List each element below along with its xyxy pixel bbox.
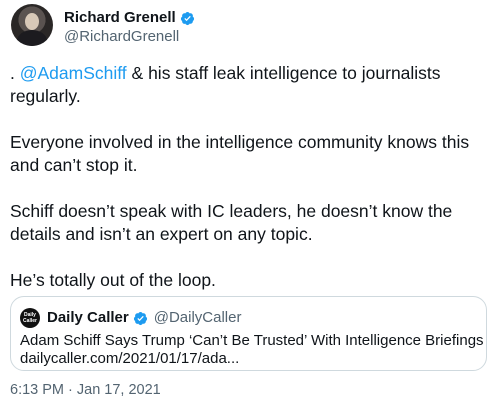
tweet-paragraph-4: He’s totally out of the loop. [10, 270, 216, 290]
verified-badge-icon [180, 11, 194, 25]
quoted-headline: Adam Schiff Says Trump ‘Can’t Be Trusted… [20, 332, 484, 349]
avatar-face [25, 13, 39, 30]
quoted-header: Daily Caller @DailyCaller [47, 309, 241, 327]
mention-link[interactable]: @AdamSchiff [20, 63, 127, 83]
tweet-text: . @AdamSchiff & his staff leak intellige… [10, 62, 490, 315]
quoted-author-name[interactable]: Daily Caller [47, 309, 129, 327]
author-handle[interactable]: @RichardGrenell [64, 28, 179, 46]
quoted-verified-badge-icon [133, 311, 147, 325]
quoted-author-handle[interactable]: @DailyCaller [154, 309, 242, 327]
author-name-row: Richard Grenell [64, 9, 195, 27]
tweet-paragraph-2: Everyone involved in the intelligence co… [10, 132, 470, 175]
quoted-tweet[interactable]: Daily Caller Daily Caller @DailyCaller A… [10, 296, 487, 371]
avatar-shoulders [17, 30, 47, 46]
author-avatar[interactable] [11, 4, 53, 46]
tweet-timestamp[interactable]: 6:13 PM · Jan 17, 2021 [10, 381, 161, 399]
quoted-avatar[interactable]: Daily Caller [20, 308, 40, 328]
tweet-card: Richard Grenell @RichardGrenell . @AdamS… [0, 0, 500, 405]
tweet-paragraph-3: Schiff doesn’t speak with IC leaders, he… [10, 201, 453, 244]
author-name[interactable]: Richard Grenell [64, 9, 176, 27]
quoted-link[interactable]: dailycaller.com/2021/01/17/ada... [20, 350, 239, 368]
tweet-paragraph-1: . @AdamSchiff & his staff leak intellige… [10, 62, 490, 108]
tweet-paragraph-1-prefix: . [10, 63, 20, 83]
